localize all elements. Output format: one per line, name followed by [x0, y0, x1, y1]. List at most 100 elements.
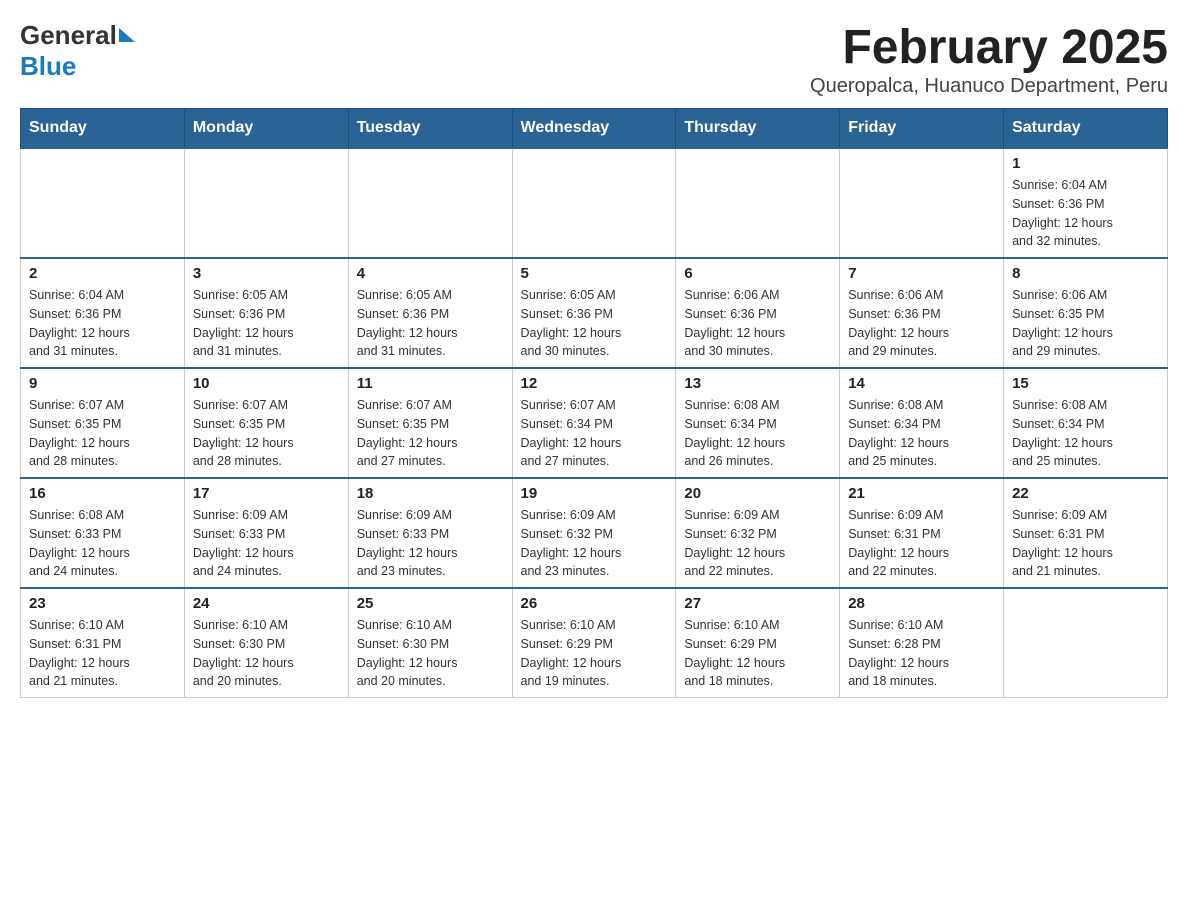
calendar-cell: 11 Sunrise: 6:07 AM Sunset: 6:35 PM Dayli…	[348, 368, 512, 478]
title-area: February 2025 Queropalca, Huanuco Depart…	[810, 20, 1168, 98]
calendar-cell: 17 Sunrise: 6:09 AM Sunset: 6:33 PM Dayli…	[184, 478, 348, 588]
calendar-cell: 6 Sunrise: 6:06 AM Sunset: 6:36 PM Daylig…	[676, 258, 840, 368]
day-number: 22	[1012, 485, 1159, 502]
day-info: Sunrise: 6:09 AM Sunset: 6:32 PM Dayligh…	[521, 506, 668, 581]
day-number: 7	[848, 265, 995, 282]
day-number: 16	[29, 485, 176, 502]
calendar-cell: 7 Sunrise: 6:06 AM Sunset: 6:36 PM Daylig…	[840, 258, 1004, 368]
day-of-week-header: Monday	[184, 109, 348, 149]
logo-general-text: General	[20, 20, 117, 51]
day-number: 9	[29, 375, 176, 392]
logo-arrow-icon	[119, 28, 135, 42]
day-info: Sunrise: 6:08 AM Sunset: 6:34 PM Dayligh…	[1012, 396, 1159, 471]
day-info: Sunrise: 6:09 AM Sunset: 6:31 PM Dayligh…	[1012, 506, 1159, 581]
day-info: Sunrise: 6:08 AM Sunset: 6:33 PM Dayligh…	[29, 506, 176, 581]
day-info: Sunrise: 6:10 AM Sunset: 6:29 PM Dayligh…	[684, 616, 831, 691]
calendar-cell: 25 Sunrise: 6:10 AM Sunset: 6:30 PM Dayli…	[348, 588, 512, 698]
day-number: 18	[357, 485, 504, 502]
day-info: Sunrise: 6:07 AM Sunset: 6:34 PM Dayligh…	[521, 396, 668, 471]
day-info: Sunrise: 6:10 AM Sunset: 6:30 PM Dayligh…	[357, 616, 504, 691]
day-number: 6	[684, 265, 831, 282]
day-of-week-header: Friday	[840, 109, 1004, 149]
day-info: Sunrise: 6:04 AM Sunset: 6:36 PM Dayligh…	[29, 286, 176, 361]
calendar-cell: 20 Sunrise: 6:09 AM Sunset: 6:32 PM Dayli…	[676, 478, 840, 588]
day-info: Sunrise: 6:07 AM Sunset: 6:35 PM Dayligh…	[193, 396, 340, 471]
calendar-cell: 16 Sunrise: 6:08 AM Sunset: 6:33 PM Dayli…	[21, 478, 185, 588]
day-info: Sunrise: 6:05 AM Sunset: 6:36 PM Dayligh…	[193, 286, 340, 361]
day-info: Sunrise: 6:05 AM Sunset: 6:36 PM Dayligh…	[521, 286, 668, 361]
day-number: 4	[357, 265, 504, 282]
day-number: 2	[29, 265, 176, 282]
logo: General Blue	[20, 20, 135, 82]
day-info: Sunrise: 6:09 AM Sunset: 6:33 PM Dayligh…	[193, 506, 340, 581]
day-info: Sunrise: 6:07 AM Sunset: 6:35 PM Dayligh…	[357, 396, 504, 471]
calendar-cell: 4Sunrise: 6:05 AM Sunset: 6:36 PM Daylig…	[348, 258, 512, 368]
day-number: 28	[848, 595, 995, 612]
calendar-cell: 23 Sunrise: 6:10 AM Sunset: 6:31 PM Dayli…	[21, 588, 185, 698]
calendar-cell	[348, 148, 512, 258]
calendar-table: SundayMondayTuesdayWednesdayThursdayFrid…	[20, 108, 1168, 698]
calendar-cell: 12 Sunrise: 6:07 AM Sunset: 6:34 PM Dayli…	[512, 368, 676, 478]
calendar-cell: 28 Sunrise: 6:10 AM Sunset: 6:28 PM Dayli…	[840, 588, 1004, 698]
day-number: 25	[357, 595, 504, 612]
day-number: 26	[521, 595, 668, 612]
day-number: 8	[1012, 265, 1159, 282]
day-number: 10	[193, 375, 340, 392]
days-header-row: SundayMondayTuesdayWednesdayThursdayFrid…	[21, 109, 1168, 149]
calendar-title: February 2025	[810, 20, 1168, 75]
day-info: Sunrise: 6:06 AM Sunset: 6:36 PM Dayligh…	[684, 286, 831, 361]
calendar-cell	[184, 148, 348, 258]
day-info: Sunrise: 6:09 AM Sunset: 6:33 PM Dayligh…	[357, 506, 504, 581]
day-info: Sunrise: 6:07 AM Sunset: 6:35 PM Dayligh…	[29, 396, 176, 471]
calendar-cell: 13 Sunrise: 6:08 AM Sunset: 6:34 PM Dayli…	[676, 368, 840, 478]
calendar-cell	[676, 148, 840, 258]
day-number: 11	[357, 375, 504, 392]
calendar-cell: 5 Sunrise: 6:05 AM Sunset: 6:36 PM Daylig…	[512, 258, 676, 368]
day-info: Sunrise: 6:08 AM Sunset: 6:34 PM Dayligh…	[684, 396, 831, 471]
day-number: 27	[684, 595, 831, 612]
calendar-cell: 18 Sunrise: 6:09 AM Sunset: 6:33 PM Dayli…	[348, 478, 512, 588]
page-header: General Blue February 2025 Queropalca, H…	[20, 20, 1168, 98]
week-row: 2 Sunrise: 6:04 AM Sunset: 6:36 PM Daylig…	[21, 258, 1168, 368]
calendar-subtitle: Queropalca, Huanuco Department, Peru	[810, 75, 1168, 98]
week-row: 23 Sunrise: 6:10 AM Sunset: 6:31 PM Dayli…	[21, 588, 1168, 698]
calendar-cell: 2 Sunrise: 6:04 AM Sunset: 6:36 PM Daylig…	[21, 258, 185, 368]
day-of-week-header: Wednesday	[512, 109, 676, 149]
day-number: 14	[848, 375, 995, 392]
day-number: 12	[521, 375, 668, 392]
day-number: 3	[193, 265, 340, 282]
calendar-cell: 22 Sunrise: 6:09 AM Sunset: 6:31 PM Dayli…	[1004, 478, 1168, 588]
calendar-cell: 15 Sunrise: 6:08 AM Sunset: 6:34 PM Dayli…	[1004, 368, 1168, 478]
day-number: 1	[1012, 155, 1159, 172]
calendar-cell: 10 Sunrise: 6:07 AM Sunset: 6:35 PM Dayli…	[184, 368, 348, 478]
calendar-cell	[1004, 588, 1168, 698]
day-number: 24	[193, 595, 340, 612]
day-of-week-header: Tuesday	[348, 109, 512, 149]
calendar-cell: 3 Sunrise: 6:05 AM Sunset: 6:36 PM Daylig…	[184, 258, 348, 368]
calendar-cell: 9 Sunrise: 6:07 AM Sunset: 6:35 PM Daylig…	[21, 368, 185, 478]
day-number: 15	[1012, 375, 1159, 392]
calendar-cell: 21 Sunrise: 6:09 AM Sunset: 6:31 PM Dayli…	[840, 478, 1004, 588]
day-number: 5	[521, 265, 668, 282]
day-info: Sunrise: 6:04 AM Sunset: 6:36 PM Dayligh…	[1012, 176, 1159, 251]
day-number: 21	[848, 485, 995, 502]
calendar-cell: 14Sunrise: 6:08 AM Sunset: 6:34 PM Dayli…	[840, 368, 1004, 478]
calendar-cell: 1 Sunrise: 6:04 AM Sunset: 6:36 PM Daylig…	[1004, 148, 1168, 258]
day-number: 17	[193, 485, 340, 502]
day-info: Sunrise: 6:10 AM Sunset: 6:28 PM Dayligh…	[848, 616, 995, 691]
day-info: Sunrise: 6:09 AM Sunset: 6:32 PM Dayligh…	[684, 506, 831, 581]
day-number: 20	[684, 485, 831, 502]
day-of-week-header: Thursday	[676, 109, 840, 149]
calendar-cell	[21, 148, 185, 258]
calendar-cell	[512, 148, 676, 258]
day-number: 13	[684, 375, 831, 392]
day-info: Sunrise: 6:06 AM Sunset: 6:36 PM Dayligh…	[848, 286, 995, 361]
day-info: Sunrise: 6:09 AM Sunset: 6:31 PM Dayligh…	[848, 506, 995, 581]
day-number: 19	[521, 485, 668, 502]
calendar-cell	[840, 148, 1004, 258]
day-info: Sunrise: 6:10 AM Sunset: 6:29 PM Dayligh…	[521, 616, 668, 691]
day-of-week-header: Sunday	[21, 109, 185, 149]
calendar-cell: 27 Sunrise: 6:10 AM Sunset: 6:29 PM Dayli…	[676, 588, 840, 698]
day-number: 23	[29, 595, 176, 612]
day-info: Sunrise: 6:10 AM Sunset: 6:31 PM Dayligh…	[29, 616, 176, 691]
